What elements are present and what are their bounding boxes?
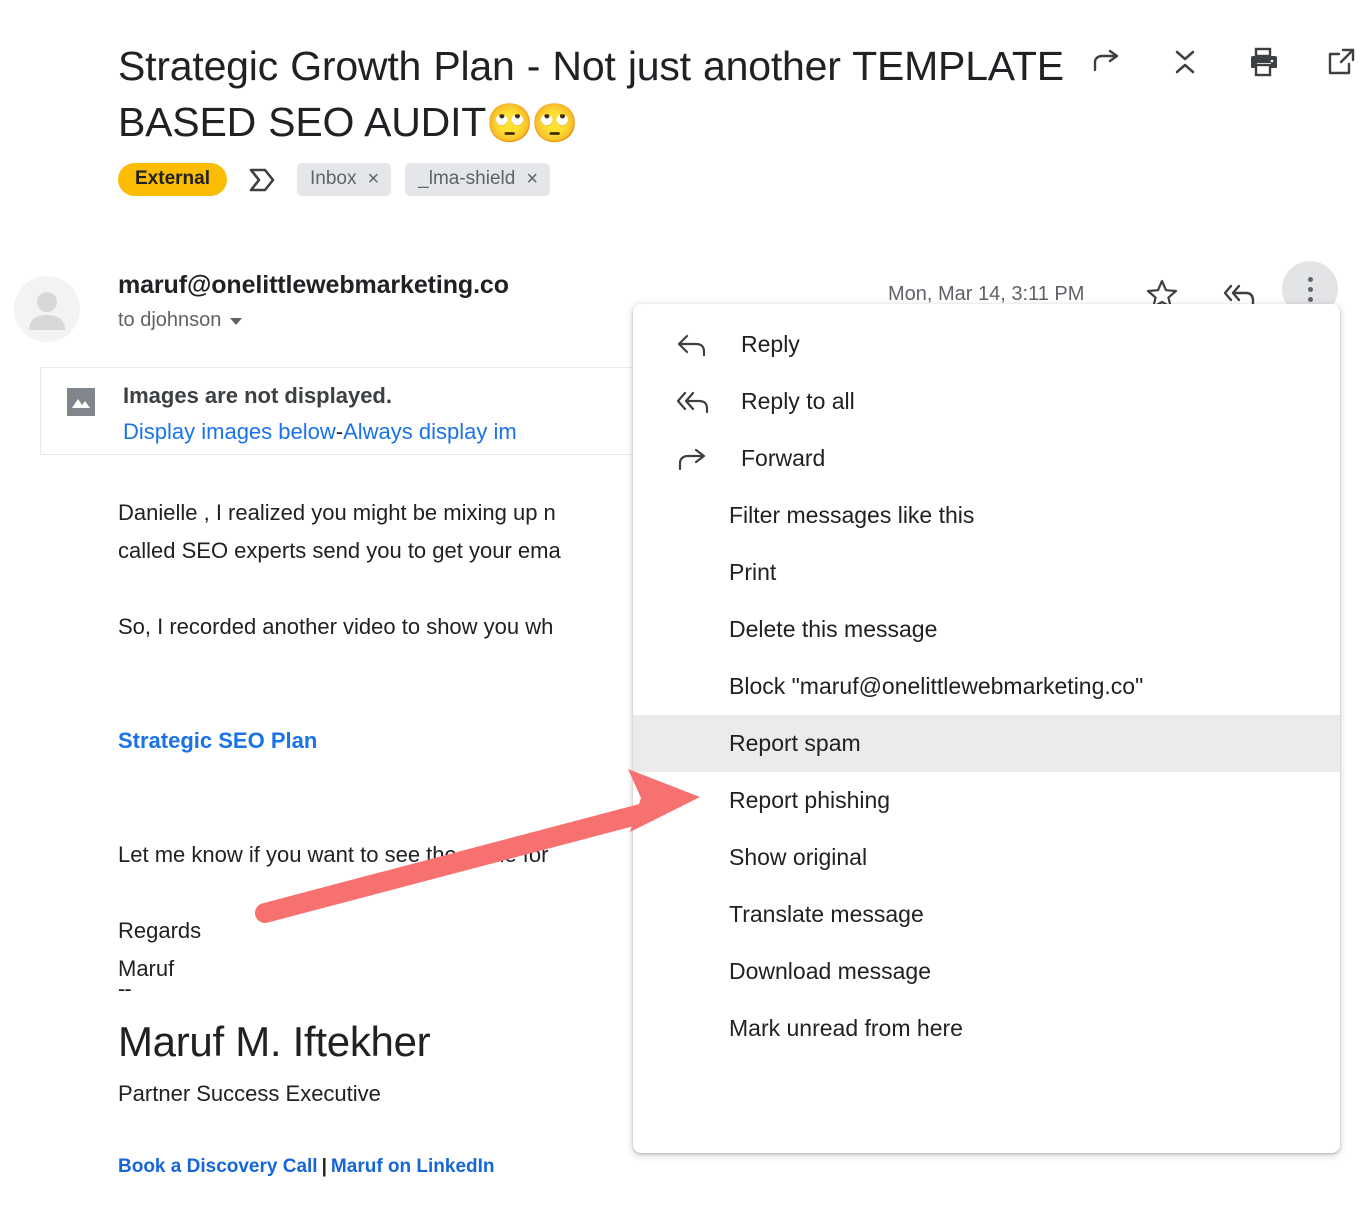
forward-icon xyxy=(1093,49,1119,72)
recipient-text: to djohnson xyxy=(118,309,222,331)
menu-item-report-phishing-label: Report phishing xyxy=(729,787,891,813)
signature-dashes: -- xyxy=(118,976,132,1001)
maruf-on-linkedin-link[interactable]: Maruf on LinkedIn xyxy=(331,1156,495,1177)
menu-item-block-sender-label: Block "maruf@onelittlewebmarketing.co" xyxy=(729,673,1144,699)
images-banner-title: Images are not displayed. xyxy=(123,383,392,408)
menu-item-reply-to-all-label: Reply to all xyxy=(741,388,855,414)
broken-image-icon xyxy=(67,388,95,416)
menu-item-download-message-label: Download message xyxy=(729,958,932,984)
body-line-2: called SEO experts send you to get your … xyxy=(118,538,561,563)
subject-text: Strategic Growth Plan - Not just another… xyxy=(118,43,1064,145)
menu-item-delete-this-message[interactable]: Delete this message xyxy=(633,601,1340,658)
chevron-down-icon[interactable] xyxy=(230,318,243,325)
body-line-3: So, I recorded another video to show you… xyxy=(118,614,554,639)
menu-item-reply[interactable]: Reply xyxy=(633,316,1340,373)
subject-emoji: 🙄🙄 xyxy=(486,101,579,145)
signature-links: Book a Discovery Call | Maruf on LinkedIn xyxy=(118,1155,678,1179)
inbox-tab-icon xyxy=(247,166,277,194)
menu-item-delete-this-message-label: Delete this message xyxy=(729,616,938,642)
reply-icon xyxy=(677,333,725,357)
label-chip-lma-shield-remove-icon[interactable]: × xyxy=(526,169,538,189)
recipient-row[interactable]: to djohnson xyxy=(118,308,509,332)
menu-item-report-spam-label: Report spam xyxy=(729,730,861,756)
label-chip-inbox-remove-icon[interactable]: × xyxy=(367,169,379,189)
menu-item-filter-messages-label: Filter messages like this xyxy=(729,502,975,528)
avatar[interactable] xyxy=(14,276,80,342)
forward-icon xyxy=(677,447,725,471)
more-vert-icon xyxy=(1307,276,1313,302)
body-line-1: Danielle , I realized you might be mixin… xyxy=(118,500,556,525)
label-chip-inbox-text: Inbox xyxy=(309,168,357,189)
always-display-images-link[interactable]: Always display im xyxy=(343,419,517,444)
header-actions xyxy=(1090,45,1358,79)
menu-item-show-original-label: Show original xyxy=(729,844,868,870)
label-chip-inbox[interactable]: Inbox × xyxy=(296,163,392,196)
body-line-4: Let me know if you want to see the same … xyxy=(118,842,549,867)
menu-item-mark-unread-from-here-label: Mark unread from here xyxy=(729,1015,963,1041)
message-date: Mon, Mar 14, 3:11 PM xyxy=(888,283,1085,305)
open-in-new-icon xyxy=(1328,48,1355,75)
body-regards: Regards xyxy=(118,918,202,943)
print-button[interactable] xyxy=(1246,45,1280,79)
images-links-separator: - xyxy=(335,419,344,444)
forward-button[interactable] xyxy=(1090,45,1124,79)
signature-name: Maruf M. Iftekher xyxy=(118,1018,431,1065)
label-chip-lma-shield[interactable]: _lma-shield × xyxy=(405,163,550,196)
menu-item-translate-message[interactable]: Translate message xyxy=(633,886,1340,943)
menu-item-print-label: Print xyxy=(729,559,777,585)
menu-item-reply-to-all[interactable]: Reply to all xyxy=(633,373,1340,430)
images-not-displayed-banner: Images are not displayed. Display images… xyxy=(40,367,656,455)
menu-item-filter-messages[interactable]: Filter messages like this xyxy=(633,487,1340,544)
strategic-seo-plan-link[interactable]: Strategic SEO Plan xyxy=(118,728,317,753)
reply-all-icon xyxy=(677,390,725,414)
subject-block: Strategic Growth Plan - Not just another… xyxy=(118,38,1078,151)
images-banner-text: Images are not displayed. Display images… xyxy=(123,382,517,446)
print-icon xyxy=(1251,47,1277,77)
menu-item-download-message[interactable]: Download message xyxy=(633,943,1340,1000)
signature-link-separator: | xyxy=(321,1156,327,1177)
menu-item-mark-unread-from-here[interactable]: Mark unread from here xyxy=(633,1000,1340,1057)
collapse-all-button[interactable] xyxy=(1168,45,1202,79)
external-badge: External xyxy=(118,163,227,196)
signature-job-title: Partner Success Executive xyxy=(118,1081,381,1106)
menu-item-reply-label: Reply xyxy=(741,331,800,357)
email-signature: -- Maruf M. Iftekher Partner Success Exe… xyxy=(118,975,678,1179)
menu-item-forward[interactable]: Forward xyxy=(633,430,1340,487)
message-context-menu: Reply Reply to all Forward Filter messag… xyxy=(633,304,1340,1153)
open-in-new-window-button[interactable] xyxy=(1324,45,1358,79)
page-title: Strategic Growth Plan - Not just another… xyxy=(118,38,1078,151)
person-avatar-icon xyxy=(29,292,65,330)
sender-email[interactable]: maruf@onelittlewebmarketing.co xyxy=(118,269,509,301)
menu-item-report-phishing[interactable]: Report phishing xyxy=(633,772,1340,829)
menu-item-print[interactable]: Print xyxy=(633,544,1340,601)
email-body: Danielle , I realized you might be mixin… xyxy=(118,494,678,988)
menu-item-translate-message-label: Translate message xyxy=(729,901,924,927)
sender-block: maruf@onelittlewebmarketing.co to djohns… xyxy=(118,269,509,332)
menu-item-show-original[interactable]: Show original xyxy=(633,829,1340,886)
menu-item-report-spam[interactable]: Report spam xyxy=(633,715,1340,772)
labels-row: External Inbox × _lma-shield × xyxy=(118,163,564,196)
menu-item-block-sender[interactable]: Block "maruf@onelittlewebmarketing.co" xyxy=(633,658,1340,715)
book-discovery-call-link[interactable]: Book a Discovery Call xyxy=(118,1156,318,1177)
collapse-icon xyxy=(1175,50,1195,74)
display-images-below-link[interactable]: Display images below xyxy=(123,419,336,444)
images-banner-links: Display images below-Always display im xyxy=(123,418,517,446)
menu-item-forward-label: Forward xyxy=(741,445,826,471)
label-chip-lma-shield-text: _lma-shield xyxy=(418,168,516,189)
